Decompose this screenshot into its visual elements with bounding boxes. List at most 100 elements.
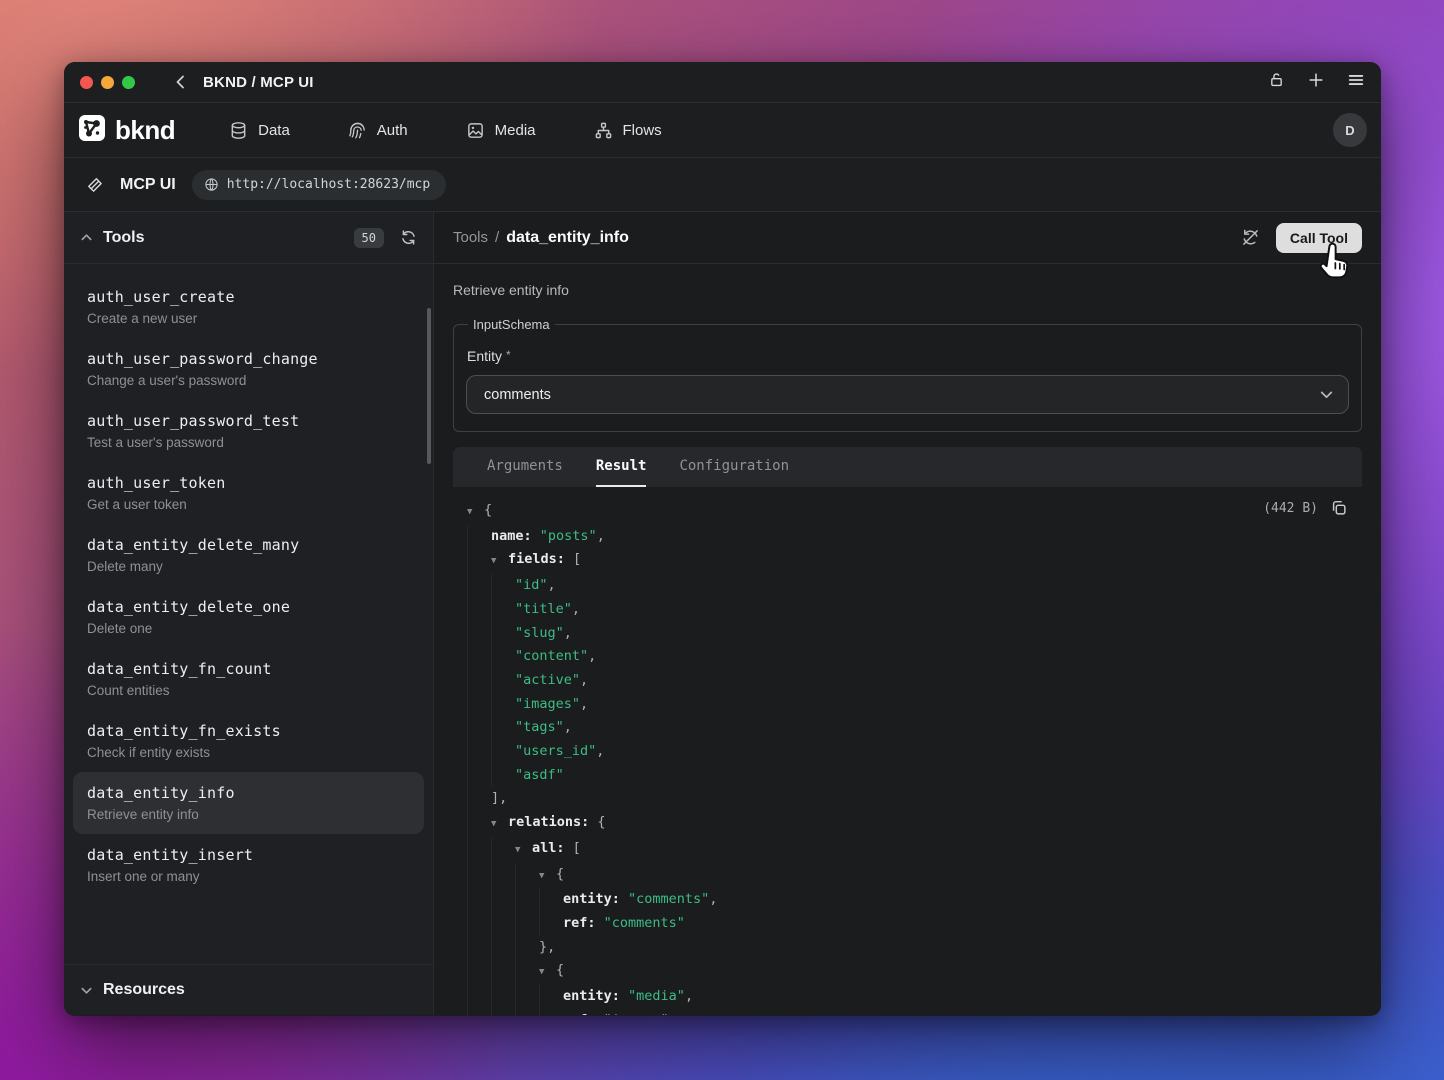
indent-guide (539, 912, 563, 936)
json-token-punc: , (588, 645, 596, 669)
zoom-button[interactable] (122, 76, 135, 89)
sidebar-scrollbar[interactable] (427, 308, 431, 464)
tool-list-item-auth_user_password_change[interactable]: auth_user_password_change Change a user's… (73, 338, 424, 400)
indent-guide (467, 787, 491, 811)
breadcrumb-current: data_entity_info (506, 229, 629, 247)
collapse-triangle-icon[interactable]: ▼ (539, 865, 556, 889)
tool-list-item-auth_user_token[interactable]: auth_user_tokenGet a user token (73, 462, 424, 524)
indent-guide (491, 959, 515, 985)
json-token-str: "images" (604, 1009, 669, 1015)
json-line: entity: "comments", (467, 888, 1362, 912)
chevron-down-icon (80, 984, 93, 997)
indent-guide (491, 863, 515, 889)
indent-guide (515, 936, 539, 960)
json-line: }, (467, 936, 1362, 960)
nav-items: Data Auth Media Flows (229, 121, 662, 140)
database-icon (229, 121, 248, 140)
json-line: "tags", (467, 716, 1362, 740)
tool-list-item-data_entity_fn_exists[interactable]: data_entity_fn_existsCheck if entity exi… (73, 710, 424, 772)
json-token-str: "tags" (515, 716, 564, 740)
json-line: name: "posts", (467, 525, 1362, 549)
copy-icon[interactable] (1330, 499, 1348, 517)
tool-name: data_entity_delete_one (87, 598, 410, 616)
indent-guide (467, 548, 491, 574)
tab-arguments[interactable]: Arguments (487, 447, 563, 487)
indent-guide (467, 959, 491, 985)
refresh-icon[interactable] (400, 229, 417, 246)
json-line: "slug", (467, 622, 1362, 646)
indent-guide (467, 1009, 491, 1015)
auto-refresh-off-icon[interactable] (1241, 228, 1260, 247)
nav-item-data[interactable]: Data (229, 121, 290, 140)
tool-list-item-auth_user_password_test[interactable]: auth_user_password_testTest a user's pas… (73, 400, 424, 462)
tool-list-item-data_entity_fn_count[interactable]: data_entity_fn_countCount entities (73, 648, 424, 710)
collapse-triangle-icon[interactable]: ▼ (515, 839, 532, 863)
collapse-triangle-icon[interactable]: ▼ (491, 813, 508, 837)
json-token-key: fields: (508, 548, 573, 572)
tools-count-badge: 50 (354, 228, 384, 248)
indent-guide (515, 985, 539, 1009)
desktop: { "window": { "title": "BKND / MCP UI" }… (0, 0, 1444, 1080)
entity-select[interactable]: comments (466, 375, 1349, 414)
mcp-icon (85, 175, 104, 194)
indent-guide (467, 764, 491, 788)
tool-list-item-data_entity_delete_one[interactable]: data_entity_delete_oneDelete one (73, 586, 424, 648)
user-avatar[interactable]: D (1333, 113, 1367, 147)
tab-configuration[interactable]: Configuration (679, 447, 789, 487)
back-icon[interactable] (173, 74, 189, 90)
tool-description: Create a new user (87, 311, 410, 326)
json-token-key: ref: (563, 1009, 604, 1015)
tool-list-item-data_entity_delete_many[interactable]: data_entity_delete_manyDelete many (73, 524, 424, 586)
json-token-punc: , (564, 622, 572, 646)
chevron-down-icon (1319, 387, 1334, 402)
indent-guide (539, 888, 563, 912)
nav-item-flows[interactable]: Flows (594, 121, 662, 140)
chevron-up-icon (80, 231, 93, 244)
indent-guide (467, 837, 491, 863)
tool-description: Check if entity exists (87, 745, 410, 760)
tool-list-item-data_entity_insert[interactable]: data_entity_insertInsert one or many (73, 834, 424, 896)
collapse-triangle-icon[interactable]: ▼ (491, 550, 508, 574)
lock-icon[interactable] (1268, 71, 1285, 93)
json-token-punc: , (685, 985, 693, 1009)
indent-guide (491, 888, 515, 912)
json-line: ▼all: [ (467, 837, 1362, 863)
tool-description: Retrieve entity info (453, 282, 1362, 298)
close-button[interactable] (80, 76, 93, 89)
indent-guide (491, 740, 515, 764)
breadcrumb-root[interactable]: Tools (453, 229, 488, 246)
input-schema-legend: InputSchema (468, 317, 555, 332)
indent-guide (467, 574, 491, 598)
indent-guide (467, 622, 491, 646)
collapse-triangle-icon[interactable]: ▼ (539, 961, 556, 985)
indent-guide (515, 863, 539, 889)
json-token-str: "comments" (628, 888, 709, 912)
tool-list-item-data_entity_info[interactable]: data_entity_infoRetrieve entity info (73, 772, 424, 834)
new-tab-icon[interactable] (1307, 71, 1325, 94)
nav-item-auth[interactable]: Auth (348, 121, 408, 140)
tool-name: auth_user_password_change (87, 350, 410, 368)
brand[interactable]: bknd (78, 114, 175, 147)
indent-guide (491, 837, 515, 863)
traffic-lights (80, 76, 135, 89)
tool-name: data_entity_delete_many (87, 536, 410, 554)
result-tabs: Arguments Result Configuration (453, 447, 1362, 487)
collapse-triangle-icon[interactable]: ▼ (467, 501, 484, 525)
tool-description: Insert one or many (87, 869, 410, 884)
indent-guide (467, 525, 491, 549)
tab-result[interactable]: Result (596, 447, 647, 487)
json-line: ▼{ (467, 499, 1362, 525)
json-token-punc: , (564, 716, 572, 740)
tool-name: auth_user_token (87, 474, 410, 492)
tools-section-header[interactable]: Tools 50 (64, 212, 433, 264)
json-token-str: "images" (515, 693, 580, 717)
tool-description: Change a user's password (87, 373, 410, 388)
nav-item-media[interactable]: Media (466, 121, 536, 140)
server-url-pill[interactable]: http://localhost:28623/mcp (192, 170, 447, 200)
json-token-punc: , (572, 598, 580, 622)
menu-icon[interactable] (1347, 71, 1365, 94)
resources-section-header[interactable]: Resources (64, 964, 433, 1015)
tool-list-item-auth_user_create[interactable]: auth_user_createCreate a new user (73, 276, 424, 338)
minimize-button[interactable] (101, 76, 114, 89)
json-line: "content", (467, 645, 1362, 669)
